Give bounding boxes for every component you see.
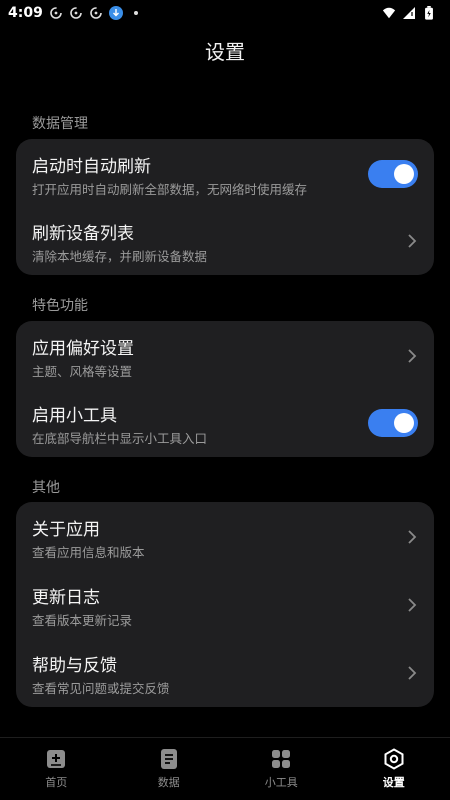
nav-label: 小工具 bbox=[264, 776, 298, 789]
nav-item-widgets[interactable]: 小工具 bbox=[225, 738, 338, 800]
row-title: 启动时自动刷新 bbox=[32, 157, 151, 177]
row-title: 更新日志 bbox=[32, 588, 100, 608]
card-data-management: 启动时自动刷新 打开应用时自动刷新全部数据，无网络时使用缓存 刷新设备列表 清除… bbox=[16, 139, 434, 275]
nav-item-settings[interactable]: 设置 bbox=[338, 738, 450, 800]
setting-row-auto-refresh[interactable]: 启动时自动刷新 打开应用时自动刷新全部数据，无网络时使用缓存 bbox=[16, 141, 434, 207]
chevron-right-icon bbox=[408, 234, 417, 248]
row-title: 关于应用 bbox=[32, 520, 100, 540]
card-other: 关于应用 查看应用信息和版本 更新日志 查看版本更新记录 帮助与反馈 查看常见问… bbox=[16, 502, 434, 707]
document-icon bbox=[160, 749, 177, 769]
nav-item-data[interactable]: 数据 bbox=[113, 738, 226, 800]
nav-label: 设置 bbox=[382, 776, 405, 789]
wifi-icon bbox=[382, 7, 396, 19]
row-subtitle: 主题、风格等设置 bbox=[32, 364, 133, 379]
setting-row-refresh-devices[interactable]: 刷新设备列表 清除本地缓存，并刷新设备数据 bbox=[16, 208, 434, 274]
dot-icon bbox=[133, 11, 138, 15]
sync-icon bbox=[50, 7, 62, 19]
toggle-knob bbox=[394, 164, 414, 184]
setting-row-changelog[interactable]: 更新日志 查看版本更新记录 bbox=[16, 572, 434, 638]
home-plus-icon bbox=[47, 750, 66, 768]
row-subtitle: 查看常见问题或提交反馈 bbox=[32, 681, 170, 696]
setting-row-help-feedback[interactable]: 帮助与反馈 查看常见问题或提交反馈 bbox=[16, 640, 434, 706]
battery-icon bbox=[425, 6, 433, 20]
row-title: 应用偏好设置 bbox=[32, 339, 134, 359]
settings-hexagon-icon bbox=[384, 748, 404, 770]
status-right bbox=[382, 6, 436, 20]
chevron-right-icon bbox=[408, 349, 417, 363]
download-badge-icon bbox=[108, 6, 123, 20]
grid-icon bbox=[272, 750, 291, 768]
section-label-features: 特色功能 bbox=[32, 298, 88, 314]
row-subtitle: 清除本地缓存，并刷新设备数据 bbox=[32, 249, 208, 264]
status-left: 4:09 bbox=[8, 5, 143, 21]
card-features: 应用偏好设置 主题、风格等设置 启用小工具 在底部导航栏中显示小工具入口 bbox=[16, 321, 434, 457]
chevron-right-icon bbox=[408, 530, 417, 544]
bottom-nav: 首页 数据 小工具 设置 bbox=[0, 738, 450, 800]
row-subtitle: 查看应用信息和版本 bbox=[32, 545, 145, 560]
nav-item-home[interactable]: 首页 bbox=[0, 738, 113, 800]
sync-icon bbox=[90, 7, 102, 19]
chevron-right-icon bbox=[408, 666, 417, 680]
section-label-data-management: 数据管理 bbox=[32, 116, 88, 132]
setting-row-about[interactable]: 关于应用 查看应用信息和版本 bbox=[16, 504, 434, 570]
nav-label: 数据 bbox=[157, 776, 180, 789]
enable-widgets-toggle[interactable] bbox=[368, 409, 418, 437]
row-title: 帮助与反馈 bbox=[32, 656, 117, 676]
signal-icon bbox=[403, 7, 415, 19]
chevron-right-icon bbox=[408, 598, 417, 612]
row-subtitle: 在底部导航栏中显示小工具入口 bbox=[32, 431, 208, 446]
status-time: 4:09 bbox=[8, 5, 43, 21]
auto-refresh-toggle[interactable] bbox=[368, 160, 418, 188]
setting-row-app-preferences[interactable]: 应用偏好设置 主题、风格等设置 bbox=[16, 323, 434, 389]
row-subtitle: 查看版本更新记录 bbox=[32, 613, 133, 628]
toggle-knob bbox=[394, 413, 414, 433]
status-bar: 4:09 bbox=[0, 0, 450, 26]
row-title: 启用小工具 bbox=[32, 406, 117, 426]
setting-row-enable-widgets[interactable]: 启用小工具 在底部导航栏中显示小工具入口 bbox=[16, 390, 434, 456]
row-title: 刷新设备列表 bbox=[32, 224, 134, 244]
sync-icon bbox=[70, 7, 82, 19]
page-title: 设置 bbox=[205, 40, 245, 64]
section-label-other: 其他 bbox=[32, 480, 60, 496]
nav-label: 首页 bbox=[45, 776, 68, 789]
row-subtitle: 打开应用时自动刷新全部数据，无网络时使用缓存 bbox=[32, 182, 308, 197]
